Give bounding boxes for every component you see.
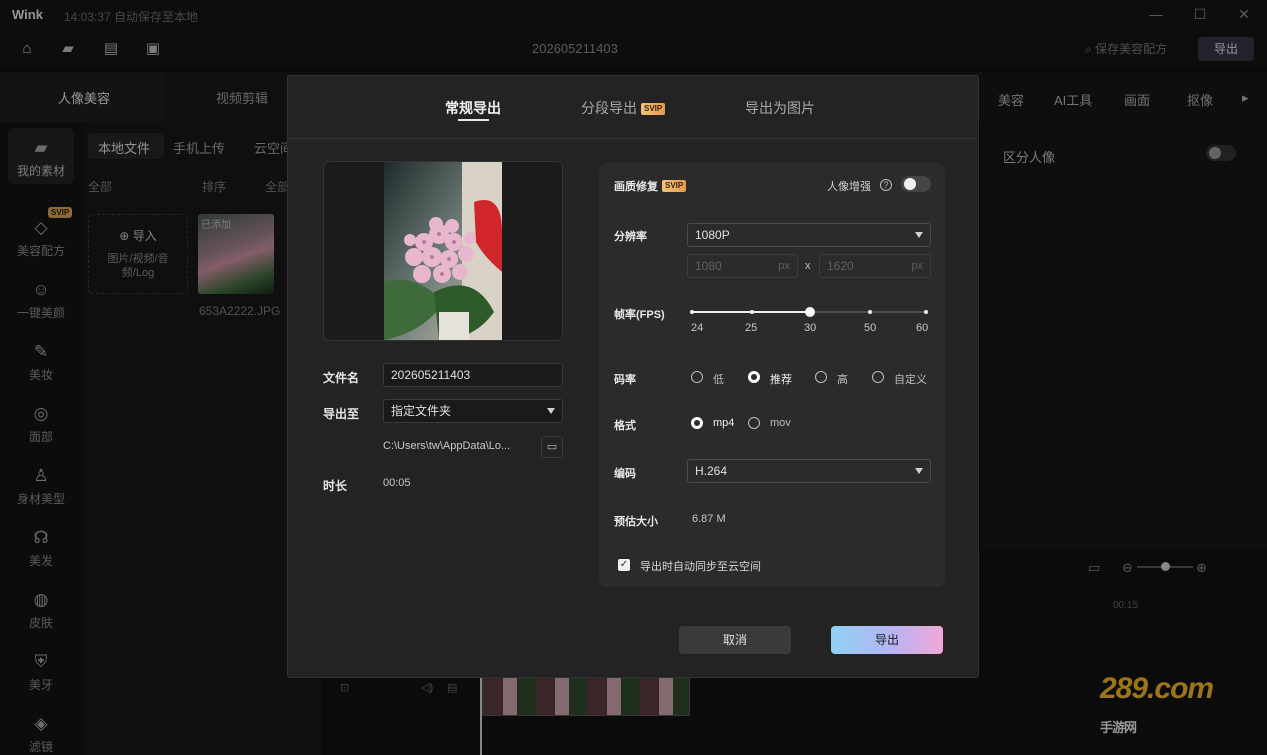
- dialog-divider: [288, 138, 978, 139]
- dropdown-arrow-icon: [547, 408, 555, 414]
- preview-image: [384, 162, 502, 340]
- format-mov-label: mov: [770, 417, 791, 429]
- svip-badge: SVIP: [641, 103, 666, 115]
- fps-label: 帧率(FPS): [614, 309, 665, 321]
- help-icon[interactable]: ?: [880, 179, 892, 191]
- cloud-sync-label: 导出时自动同步至云空间: [640, 561, 761, 573]
- estimated-size-value: 6.87 M: [692, 513, 726, 525]
- fps-tick-label: 30: [804, 322, 817, 334]
- resolution-value: 1080P: [695, 228, 730, 242]
- estimated-size-label: 预估大小: [614, 516, 658, 528]
- tab-segment-export-label: 分段导出: [581, 100, 637, 116]
- width-value: 1080: [695, 259, 722, 273]
- width-input[interactable]: 1080 px: [687, 254, 798, 278]
- active-tab-underline: [458, 119, 489, 121]
- width-unit: px: [778, 260, 790, 272]
- fps-slider-knob[interactable]: [805, 307, 815, 317]
- export-to-value: 指定文件夹: [391, 404, 452, 418]
- codec-label: 编码: [614, 468, 636, 480]
- browse-folder-button[interactable]: ▭: [541, 436, 563, 458]
- folder-icon: ▭: [546, 441, 558, 453]
- fps-tick-dot[interactable]: [690, 310, 694, 314]
- export-to-label: 导出至: [323, 407, 360, 421]
- bitrate-recommended-label: 推荐: [770, 374, 792, 386]
- codec-select[interactable]: H.264: [687, 459, 931, 483]
- bitrate-custom-label: 自定义: [894, 374, 927, 386]
- filename-input[interactable]: 202605211403: [383, 363, 563, 387]
- tab-export-as-image[interactable]: 导出为图片: [745, 98, 815, 118]
- bitrate-low-radio[interactable]: [691, 371, 703, 383]
- portrait-enhance-toggle[interactable]: [901, 176, 931, 192]
- fps-tick-label: 24: [691, 322, 704, 334]
- quality-repair-text: 画质修复: [614, 181, 658, 193]
- dimension-separator: x: [805, 260, 811, 272]
- bitrate-custom-radio[interactable]: [872, 371, 884, 383]
- duration-label: 时长: [323, 479, 348, 493]
- format-mov-radio[interactable]: [748, 417, 760, 429]
- cloud-sync-checkbox[interactable]: ✓: [618, 559, 630, 571]
- tab-normal-export[interactable]: 常规导出: [445, 98, 501, 118]
- fps-tick-dot[interactable]: [868, 310, 872, 314]
- height-value: 1620: [827, 259, 854, 273]
- fps-tick-label: 25: [745, 322, 758, 334]
- filename-label: 文件名: [323, 371, 360, 385]
- bitrate-high-radio[interactable]: [815, 371, 827, 383]
- format-label: 格式: [614, 420, 636, 432]
- dropdown-arrow-icon: [915, 468, 923, 474]
- quality-repair-label: 画质修复 SVIP: [614, 178, 687, 194]
- resolution-label: 分辨率: [614, 231, 647, 243]
- bitrate-low-label: 低: [713, 374, 724, 386]
- height-input[interactable]: 1620 px: [819, 254, 931, 278]
- svip-badge: SVIP: [662, 180, 687, 192]
- bitrate-high-label: 高: [837, 374, 848, 386]
- height-unit: px: [911, 260, 923, 272]
- fps-tick-dot[interactable]: [750, 310, 754, 314]
- dropdown-arrow-icon: [915, 232, 923, 238]
- export-to-select[interactable]: 指定文件夹: [383, 399, 563, 423]
- bitrate-label: 码率: [614, 374, 636, 386]
- portrait-enhance-label: 人像增强: [827, 181, 871, 193]
- bitrate-recommended-radio[interactable]: [748, 371, 760, 383]
- format-mp4-label: mp4: [713, 417, 735, 429]
- codec-value: H.264: [695, 464, 728, 478]
- duration-value: 00:05: [383, 477, 411, 489]
- tab-segment-export[interactable]: 分段导出 SVIP: [581, 98, 666, 118]
- format-mp4-radio[interactable]: [691, 417, 703, 429]
- export-path: C:\Users\tw\AppData\Lo...: [383, 440, 511, 452]
- cancel-button[interactable]: 取消: [679, 626, 791, 654]
- fps-tick-label: 60: [916, 322, 929, 334]
- fps-tick-dot[interactable]: [924, 310, 928, 314]
- export-button[interactable]: 导出: [831, 626, 943, 654]
- fps-tick-label: 50: [864, 322, 877, 334]
- resolution-select[interactable]: 1080P: [687, 223, 931, 247]
